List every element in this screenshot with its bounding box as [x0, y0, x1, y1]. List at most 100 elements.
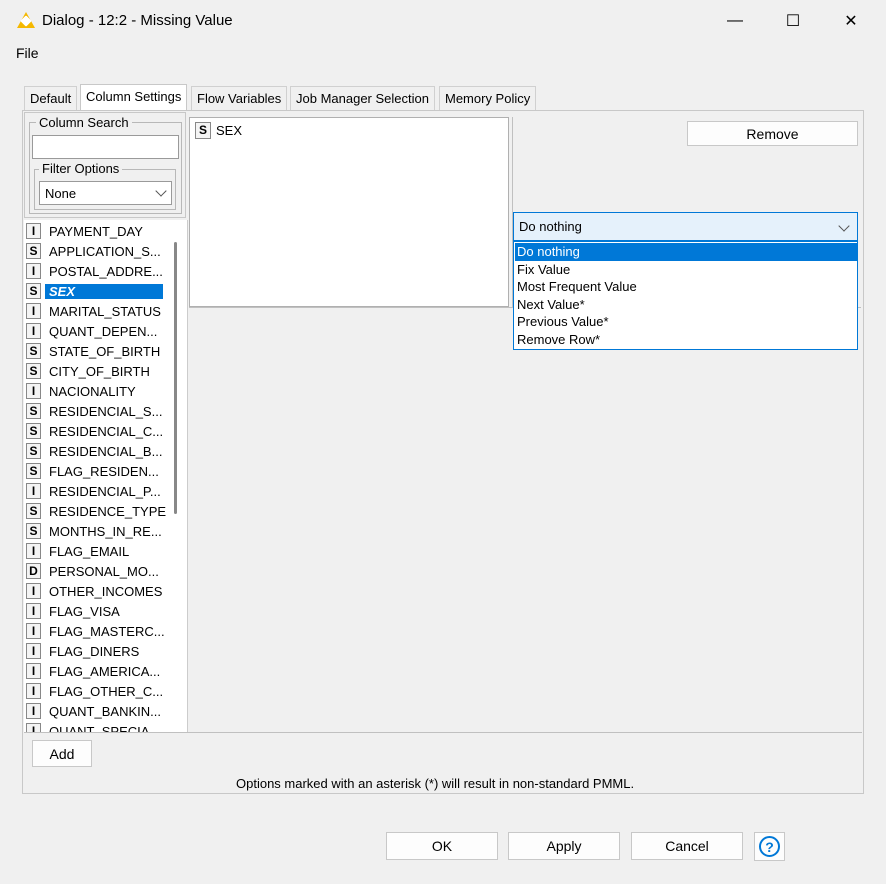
- type-badge: S: [26, 423, 41, 439]
- chevron-down-icon: [155, 185, 167, 197]
- column-name: RESIDENCE_TYPE: [49, 503, 166, 519]
- type-badge: S: [26, 403, 41, 419]
- column-search-label: Column Search: [36, 115, 132, 130]
- filter-selected-value: None: [45, 185, 77, 201]
- maximize-button[interactable]: ☐: [764, 0, 822, 42]
- list-item[interactable]: S SEX: [24, 281, 166, 301]
- list-item[interactable]: S STATE_OF_BIRTH: [24, 341, 166, 361]
- column-name: MONTHS_IN_RE...: [49, 523, 162, 539]
- warning-icon: [17, 12, 35, 28]
- list-item[interactable]: S RESIDENCIAL_B...: [24, 441, 166, 461]
- column-name: PERSONAL_MO...: [49, 563, 159, 579]
- column-name: STATE_OF_BIRTH: [49, 343, 161, 359]
- cancel-button[interactable]: Cancel: [631, 832, 743, 860]
- column-name: FLAG_MASTERC...: [49, 623, 165, 639]
- type-badge: I: [26, 663, 41, 679]
- list-item[interactable]: S CITY_OF_BIRTH: [24, 361, 166, 381]
- list-item[interactable]: S FLAG_RESIDEN...: [24, 461, 166, 481]
- type-badge: I: [26, 583, 41, 599]
- column-name: POSTAL_ADDRE...: [49, 263, 163, 279]
- column-name: NACIONALITY: [49, 383, 136, 399]
- strategy-option[interactable]: Most Frequent Value: [515, 278, 857, 296]
- list-item[interactable]: I FLAG_VISA: [24, 601, 166, 621]
- list-item[interactable]: I QUANT_BANKIN...: [24, 701, 166, 721]
- strategy-option[interactable]: Previous Value*: [515, 313, 857, 331]
- type-badge: I: [26, 543, 41, 559]
- list-item[interactable]: I OTHER_INCOMES: [24, 581, 166, 601]
- tab-column-settings[interactable]: Column Settings: [80, 84, 188, 110]
- column-name: FLAG_VISA: [49, 603, 120, 619]
- pmml-note: Options marked with an asterisk (*) will…: [236, 776, 635, 791]
- list-item[interactable]: I FLAG_MASTERC...: [24, 621, 166, 641]
- type-badge: I: [26, 623, 41, 639]
- strategy-select[interactable]: Do nothing: [513, 212, 858, 241]
- column-list-scrollbar[interactable]: [174, 242, 177, 514]
- selected-column-name: SEX: [216, 122, 243, 138]
- column-name: RESIDENCIAL_B...: [49, 443, 163, 459]
- type-badge: I: [26, 603, 41, 619]
- close-button[interactable]: ✕: [822, 0, 880, 42]
- tab-default[interactable]: Default: [24, 86, 78, 110]
- list-item[interactable]: S RESIDENCIAL_S...: [24, 401, 166, 421]
- strategy-option[interactable]: Remove Row*: [515, 331, 857, 349]
- list-item[interactable]: S RESIDENCE_TYPE: [24, 501, 166, 521]
- tab-flow-variables[interactable]: Flow Variables: [191, 86, 288, 110]
- minimize-button[interactable]: —: [706, 0, 764, 42]
- selected-columns-box: [189, 117, 509, 307]
- column-name: RESIDENCIAL_S...: [49, 403, 163, 419]
- type-badge: S: [26, 503, 41, 519]
- filter-options-label: Filter Options: [39, 161, 123, 176]
- help-button[interactable]: ?: [754, 832, 785, 861]
- filter-options-select[interactable]: None: [39, 181, 172, 205]
- column-name: QUANT_DEPEN...: [49, 323, 158, 339]
- tab-memory-policy[interactable]: Memory Policy: [439, 86, 537, 110]
- list-item[interactable]: I MARITAL_STATUS: [24, 301, 166, 321]
- list-item[interactable]: S APPLICATION_S...: [24, 241, 166, 261]
- column-name: SEX: [45, 283, 163, 299]
- column-list[interactable]: I PAYMENT_DAY S APPLICATION_S... I POSTAL_ADD…: [24, 220, 188, 734]
- column-name: PAYMENT_DAY: [49, 223, 143, 239]
- strategy-option[interactable]: Fix Value: [515, 261, 857, 279]
- type-badge: S: [26, 283, 41, 299]
- list-item[interactable]: I RESIDENCIAL_P...: [24, 481, 166, 501]
- menu-file[interactable]: File: [16, 45, 39, 61]
- column-name: MARITAL_STATUS: [49, 303, 161, 319]
- type-badge: I: [26, 263, 41, 279]
- maximize-icon: ☐: [785, 13, 801, 30]
- add-button[interactable]: Add: [32, 740, 92, 767]
- column-name: RESIDENCIAL_P...: [49, 483, 161, 499]
- list-item[interactable]: I PAYMENT_DAY: [24, 221, 166, 241]
- menu-bar: [0, 42, 886, 66]
- strategy-dropdown: Do nothing Fix Value Most Frequent Value Ne…: [513, 241, 858, 350]
- type-badge: I: [26, 383, 41, 399]
- list-item[interactable]: I POSTAL_ADDRE...: [24, 261, 166, 281]
- list-item[interactable]: S RESIDENCIAL_C...: [24, 421, 166, 441]
- close-icon: ✕: [844, 13, 858, 30]
- strategy-selected-value: Do nothing: [519, 219, 582, 234]
- column-name: OTHER_INCOMES: [49, 583, 163, 599]
- type-badge: I: [26, 683, 41, 699]
- strategy-option[interactable]: Next Value*: [515, 296, 857, 314]
- list-item[interactable]: I FLAG_DINERS: [24, 641, 166, 661]
- list-item[interactable]: I FLAG_OTHER_C...: [24, 681, 166, 701]
- remove-button[interactable]: Remove: [687, 121, 858, 146]
- list-item[interactable]: I FLAG_EMAIL: [24, 541, 166, 561]
- tab-job-manager-selection[interactable]: Job Manager Selection: [290, 86, 435, 110]
- type-badge: I: [26, 703, 41, 719]
- column-name: QUANT_BANKIN...: [49, 703, 161, 719]
- selected-column-item[interactable]: S SEX: [193, 121, 493, 139]
- strategy-option[interactable]: Do nothing: [515, 243, 857, 261]
- list-item[interactable]: I FLAG_AMERICA...: [24, 661, 166, 681]
- apply-button[interactable]: Apply: [508, 832, 620, 860]
- list-item[interactable]: I NACIONALITY: [24, 381, 166, 401]
- list-item[interactable]: D PERSONAL_MO...: [24, 561, 166, 581]
- type-badge: S: [26, 463, 41, 479]
- type-badge: S: [195, 121, 211, 139]
- column-name: APPLICATION_S...: [49, 243, 161, 259]
- chevron-down-icon: [838, 220, 850, 232]
- search-input[interactable]: [32, 135, 179, 159]
- type-badge: I: [26, 223, 41, 239]
- list-item[interactable]: I QUANT_DEPEN...: [24, 321, 166, 341]
- list-item[interactable]: S MONTHS_IN_RE...: [24, 521, 166, 541]
- ok-button[interactable]: OK: [386, 832, 498, 860]
